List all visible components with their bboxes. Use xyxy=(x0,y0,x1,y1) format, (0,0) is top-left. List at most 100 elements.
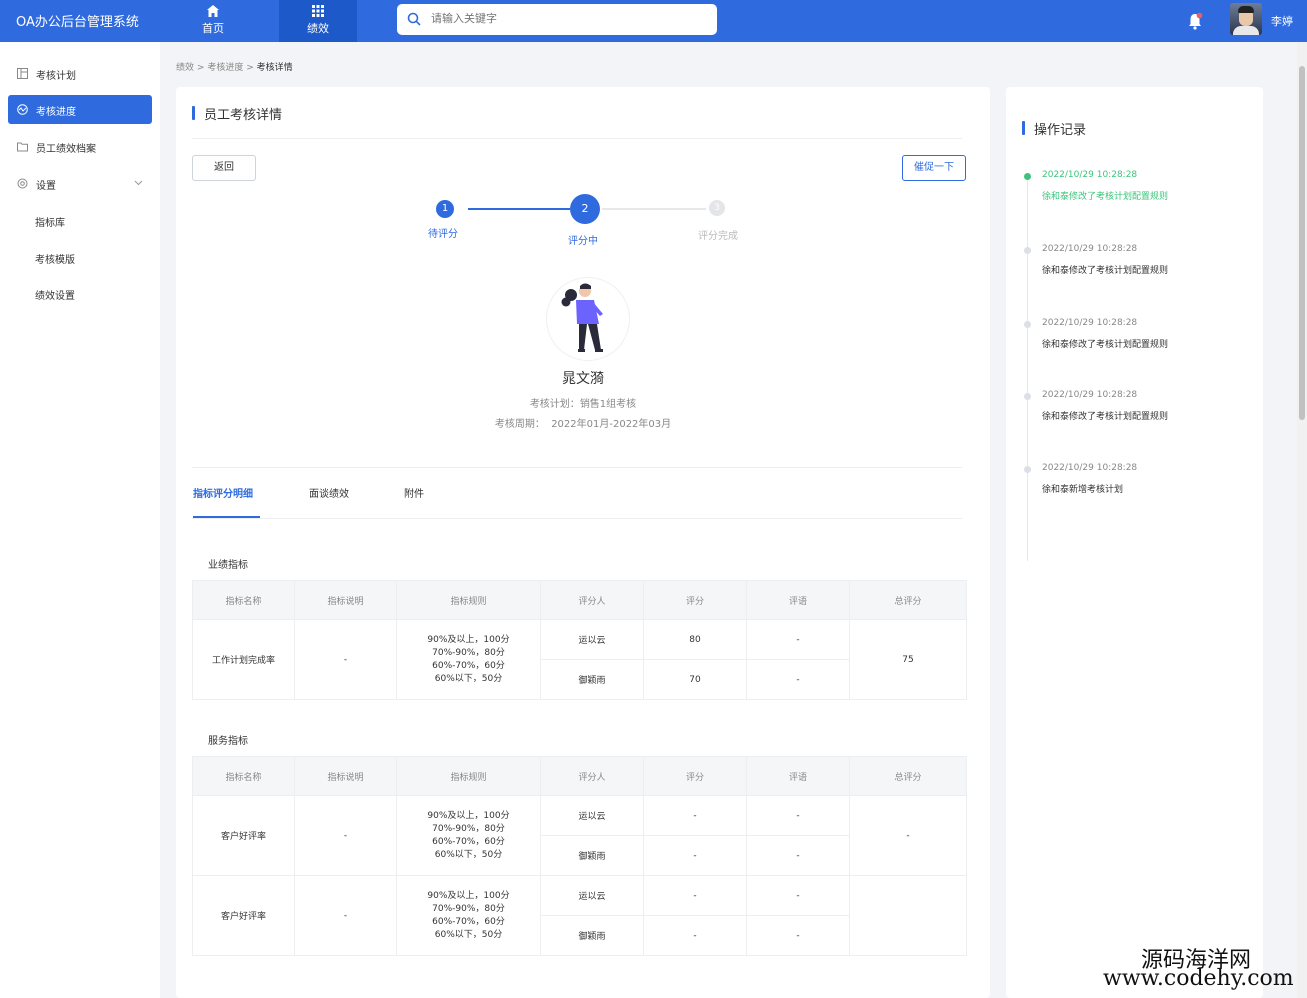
indicator-desc: - xyxy=(294,875,397,956)
log-text: 徐和泰修改了考核计划配置规则 xyxy=(1042,192,1169,202)
comment: - xyxy=(746,915,850,956)
column-header: 评分 xyxy=(643,756,747,796)
tab-interview[interactable]: 面谈绩效 xyxy=(309,485,349,500)
column-header: 评语 xyxy=(746,580,850,620)
indicator-name: 客户好评率 xyxy=(192,875,295,956)
column-header: 指标规则 xyxy=(396,580,541,620)
timeline-dot xyxy=(1024,466,1031,473)
rater: 运以云 xyxy=(540,795,644,836)
employee-plan-value: 销售1组考核 xyxy=(579,399,637,410)
grid-icon xyxy=(312,5,324,17)
nav-tab-performance[interactable]: 绩效 xyxy=(279,0,357,42)
sidebar-item-label: 考核进度 xyxy=(36,107,76,118)
indicator-name: 工作计划完成率 xyxy=(192,619,295,700)
avatar[interactable] xyxy=(1230,3,1262,35)
nav-tab-home[interactable]: 首页 xyxy=(174,0,252,42)
plan-icon xyxy=(17,68,28,79)
app-title: OA办公后台管理系统 xyxy=(16,15,139,30)
score: - xyxy=(643,915,747,956)
chevron-down-icon xyxy=(134,180,143,186)
search-input[interactable] xyxy=(431,12,701,25)
home-icon xyxy=(207,5,219,17)
column-header: 总评分 xyxy=(849,580,967,620)
person-illustration-icon xyxy=(561,283,603,352)
breadcrumb-separator: > xyxy=(246,63,254,73)
table-row: 客户好评率 - 90%及以上，100分 70%-90%，80分 60%-70%，… xyxy=(192,875,967,956)
score: 70 xyxy=(643,659,747,700)
comment: - xyxy=(746,875,850,916)
log-text: 徐和泰修改了考核计划配置规则 xyxy=(1042,340,1169,350)
indicator-desc: - xyxy=(294,795,397,876)
timeline-dot xyxy=(1024,173,1031,180)
search-box xyxy=(397,4,717,35)
total-score: 75 xyxy=(849,619,967,700)
rater: 御颖雨 xyxy=(540,915,644,956)
service-indicator-table: 指标名称 指标说明 指标规则 评分人 评分 评语 总评分 客户好评率 - 90%… xyxy=(192,756,967,956)
comment: - xyxy=(746,835,850,876)
sidebar-subitem-perf-settings[interactable]: 绩效设置 xyxy=(35,287,75,302)
rater: 运以云 xyxy=(540,619,644,660)
score: 80 xyxy=(643,619,747,660)
urge-button[interactable]: 催促一下 xyxy=(902,155,966,181)
nav-tab-label: 绩效 xyxy=(307,22,329,35)
detail-card: 员工考核详情 返回 催促一下 1 待评分 2 评分中 3 评分完成 晁文漪 考核… xyxy=(176,87,990,998)
score: - xyxy=(643,835,747,876)
timeline-line xyxy=(1027,177,1028,561)
nav-tab-label: 首页 xyxy=(202,22,224,35)
step-2-dot: 2 xyxy=(570,194,600,224)
operation-log-card: 操作记录 2022/10/29 10:28:28 徐和泰修改了考核计划配置规则 … xyxy=(1006,87,1263,998)
search-icon xyxy=(407,12,421,26)
rater: 运以云 xyxy=(540,875,644,916)
sidebar-item-label: 考核计划 xyxy=(36,71,76,82)
section-title: 业绩指标 xyxy=(208,560,248,571)
divider xyxy=(192,518,962,519)
log-time: 2022/10/29 10:28:28 xyxy=(1042,463,1138,473)
timeline-dot xyxy=(1024,247,1031,254)
tab-attachments[interactable]: 附件 xyxy=(404,485,424,500)
page-title: 员工考核详情 xyxy=(192,104,282,123)
tab-indicator-scores[interactable]: 指标评分明细 xyxy=(193,485,253,500)
sidebar-item-settings[interactable]: 设置 xyxy=(8,169,152,198)
back-button[interactable]: 返回 xyxy=(192,155,256,181)
bell-icon[interactable] xyxy=(1187,12,1203,30)
breadcrumb-item[interactable]: 绩效 xyxy=(176,63,194,73)
log-time: 2022/10/29 10:28:28 xyxy=(1042,318,1138,328)
log-time: 2022/10/29 10:28:28 xyxy=(1042,244,1138,254)
watermark-url: www.codehy.com xyxy=(1103,966,1294,991)
step-3-label: 评分完成 xyxy=(698,231,738,242)
sidebar-subitem-indicators[interactable]: 指标库 xyxy=(35,214,65,229)
employee-period-value: 2022年01月-2022年03月 xyxy=(551,419,672,430)
indicator-rule: 90%及以上，100分 70%-90%，80分 60%-70%，60分 60%以… xyxy=(396,795,541,876)
score: - xyxy=(643,875,747,916)
indicator-rule: 90%及以上，100分 70%-90%，80分 60%-70%，60分 60%以… xyxy=(396,875,541,956)
top-bar: OA办公后台管理系统 首页 绩效 李婷 xyxy=(0,0,1307,42)
progress-icon xyxy=(17,104,28,115)
log-text: 徐和泰修改了考核计划配置规则 xyxy=(1042,412,1169,422)
comment: - xyxy=(746,795,850,836)
indicator-desc: - xyxy=(294,619,397,700)
settings-icon xyxy=(17,178,28,189)
column-header: 评分 xyxy=(643,580,747,620)
rater: 御颖雨 xyxy=(540,659,644,700)
sidebar-subitem-templates[interactable]: 考核模版 xyxy=(35,251,75,266)
scrollbar-thumb[interactable] xyxy=(1299,66,1305,420)
folder-icon xyxy=(17,142,28,152)
step-2-label: 评分中 xyxy=(568,236,598,247)
total-score xyxy=(849,875,967,956)
score: - xyxy=(643,795,747,836)
timeline-dot xyxy=(1024,321,1031,328)
user-name[interactable]: 李婷 xyxy=(1271,13,1293,29)
comment: - xyxy=(746,659,850,700)
section-title: 服务指标 xyxy=(208,736,248,747)
employee-period: 考核周期： 2022年01月-2022年03月 xyxy=(176,415,990,430)
sidebar-item-archive[interactable]: 员工绩效档案 xyxy=(8,132,152,161)
log-text: 徐和泰新增考核计划 xyxy=(1042,485,1124,495)
breadcrumb-item[interactable]: 考核进度 xyxy=(207,63,243,73)
sidebar-item-plan[interactable]: 考核计划 xyxy=(8,59,152,88)
column-header: 指标说明 xyxy=(294,580,397,620)
sidebar-item-progress[interactable]: 考核进度 xyxy=(8,95,152,124)
column-header: 评分人 xyxy=(540,756,644,796)
step-1-label: 待评分 xyxy=(428,229,458,240)
sidebar: 考核计划 考核进度 员工绩效档案 设置 指标库 考核模版 绩效设置 xyxy=(0,42,160,998)
breadcrumb-separator: > xyxy=(196,63,205,73)
